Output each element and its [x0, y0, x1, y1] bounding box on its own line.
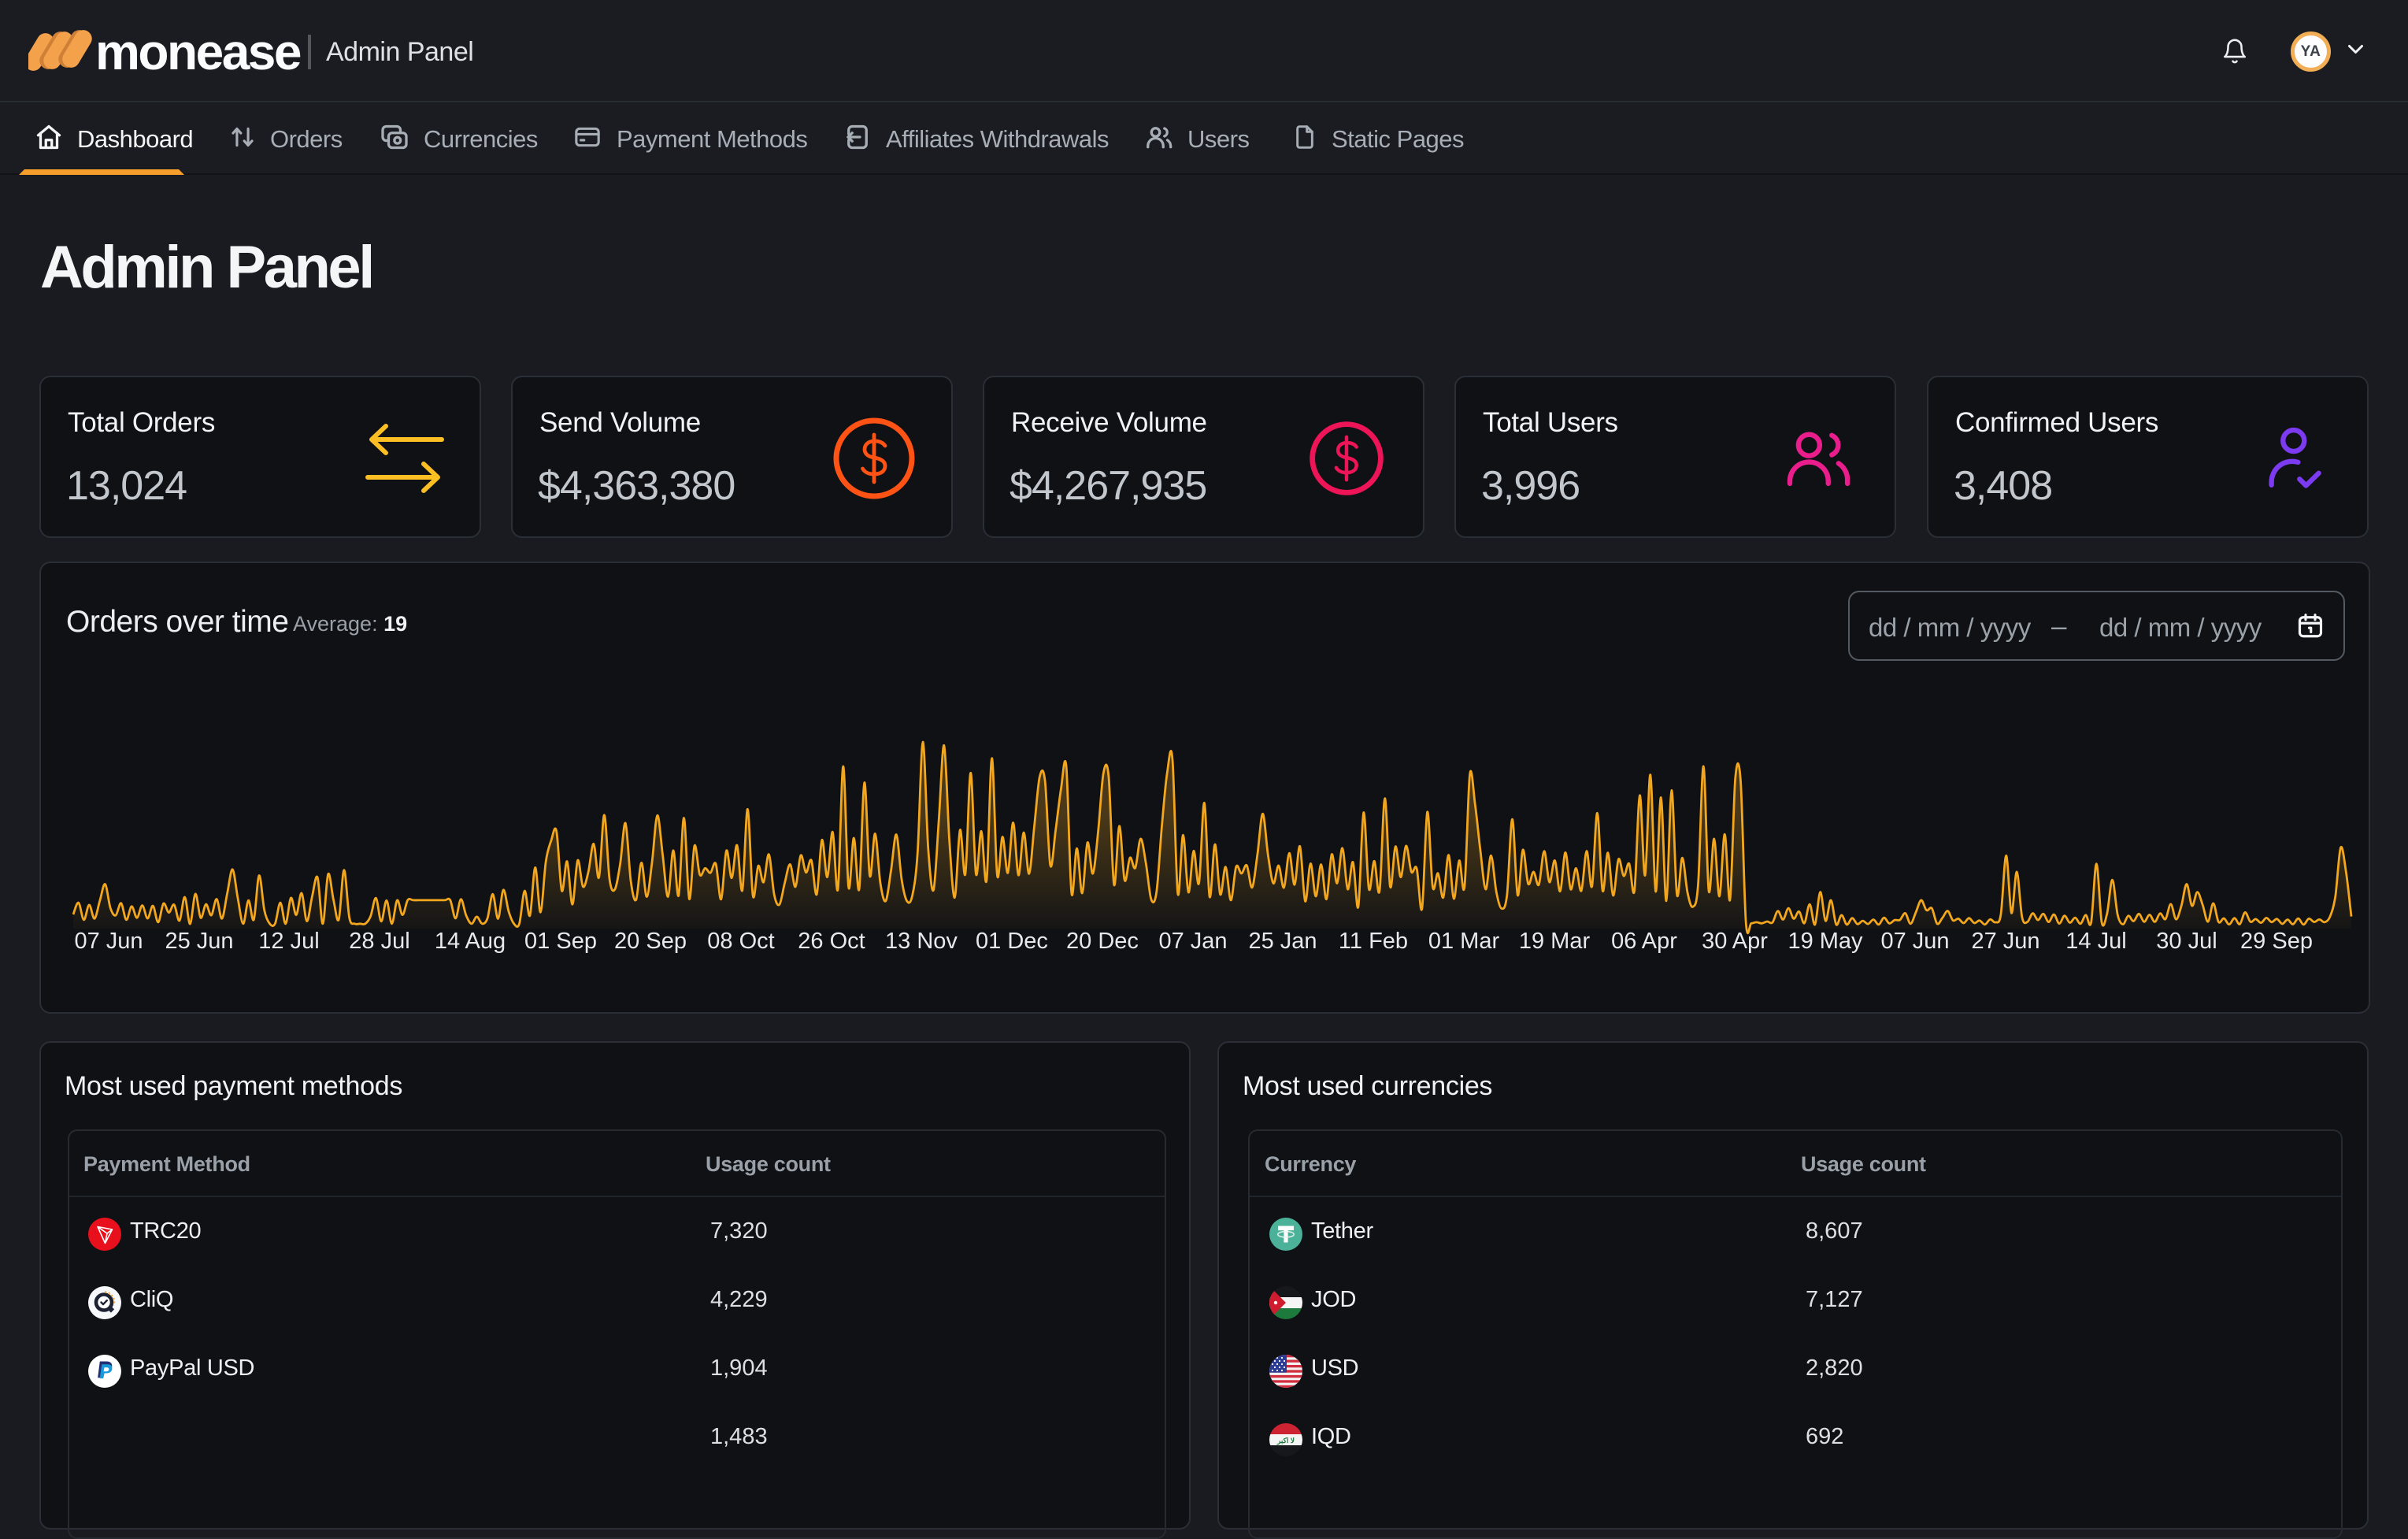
- svg-text:25 Jan: 25 Jan: [1248, 929, 1317, 954]
- svg-text:19 Mar: 19 Mar: [1519, 929, 1591, 954]
- svg-text:28 Jul: 28 Jul: [349, 929, 409, 954]
- svg-text:لا اكبر: لا اكبر: [1276, 1437, 1295, 1445]
- svg-text:20 Sep: 20 Sep: [614, 929, 687, 954]
- svg-text:01 Sep: 01 Sep: [524, 929, 597, 954]
- svg-text:01 Dec: 01 Dec: [976, 929, 1048, 954]
- svg-text:14 Aug: 14 Aug: [435, 929, 506, 954]
- svg-text:11 Feb: 11 Feb: [1339, 929, 1408, 954]
- svg-text:13 Nov: 13 Nov: [885, 929, 958, 954]
- svg-text:08 Oct: 08 Oct: [707, 929, 774, 954]
- svg-text:12 Jul: 12 Jul: [258, 929, 319, 954]
- svg-text:01 Mar: 01 Mar: [1428, 929, 1500, 954]
- svg-text:30 Apr: 30 Apr: [1702, 929, 1768, 954]
- svg-text:19 May: 19 May: [1787, 929, 1863, 954]
- svg-text:30 Jul: 30 Jul: [2156, 929, 2217, 954]
- svg-text:27 Jun: 27 Jun: [1971, 929, 2039, 954]
- svg-text:06 Apr: 06 Apr: [1611, 929, 1677, 954]
- svg-text:07 Jan: 07 Jan: [1158, 929, 1227, 954]
- svg-text:14 Jul: 14 Jul: [2065, 929, 2126, 954]
- svg-text:07 Jun: 07 Jun: [74, 929, 143, 954]
- svg-text:20 Dec: 20 Dec: [1066, 929, 1139, 954]
- svg-text:26 Oct: 26 Oct: [798, 929, 865, 954]
- svg-text:07 Jun: 07 Jun: [1880, 929, 1949, 954]
- svg-text:25 Jun: 25 Jun: [165, 929, 233, 954]
- svg-text:29 Sep: 29 Sep: [2240, 929, 2313, 954]
